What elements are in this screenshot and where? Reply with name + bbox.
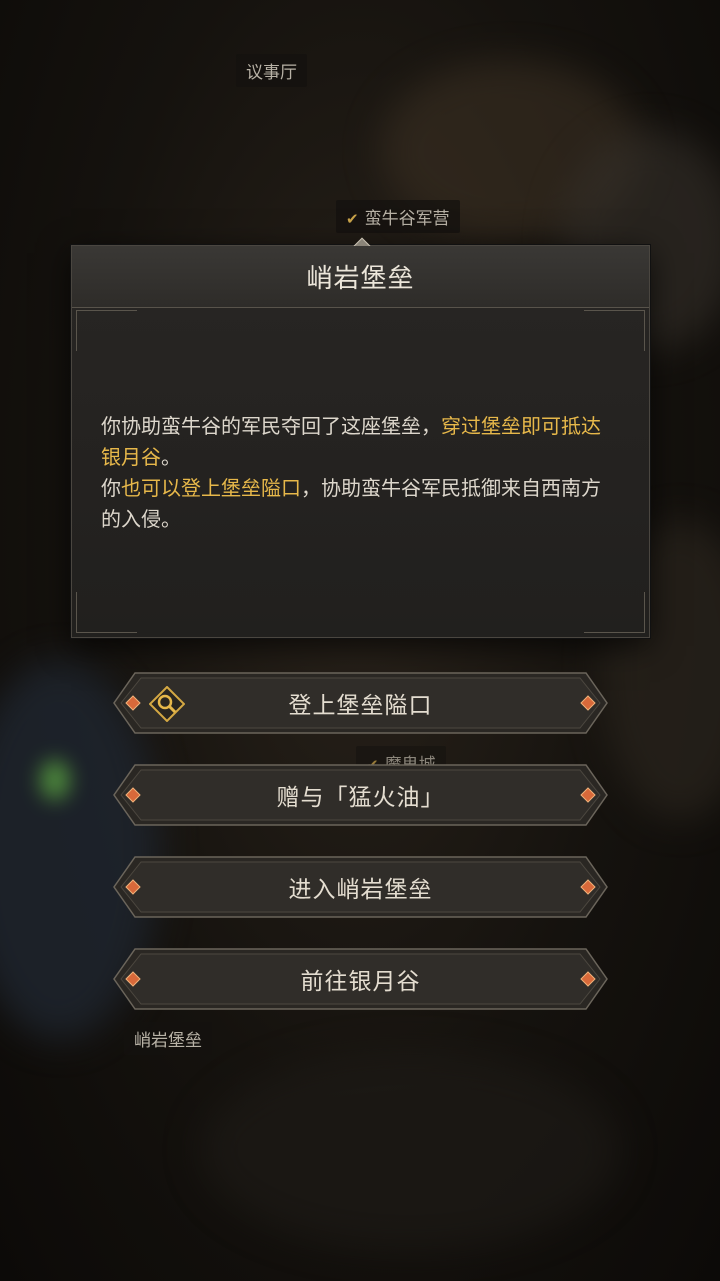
climb-pass-button[interactable]: 登上堡垒隘口 <box>113 672 608 734</box>
dialog-title: 峭岩堡垒 <box>306 264 415 294</box>
corner-ornament <box>584 310 645 351</box>
map-label-barracks[interactable]: ✔ 蛮牛谷军营 <box>336 200 460 233</box>
button-label: 赠与「猛火油」 <box>276 785 445 811</box>
enter-fortress-button[interactable]: 进入峭岩堡垒 <box>113 856 608 918</box>
map-background: 议事厅 ✔蛮牛谷军营 ✔魔鬼城 峭岩堡垒 <box>0 0 720 1281</box>
go-silvermoon-button[interactable]: 前往银月谷 <box>113 948 608 1010</box>
desc-text: 你 <box>101 476 121 500</box>
button-label: 前往银月谷 <box>300 969 421 995</box>
dialog-header: 峭岩堡垒 <box>72 246 649 308</box>
map-label-council-hall[interactable]: 议事厅 <box>236 54 307 87</box>
desc-text: 。 <box>161 445 181 469</box>
button-label: 进入峭岩堡垒 <box>288 877 433 903</box>
button-label: 登上堡垒隘口 <box>288 693 433 719</box>
location-dialog: 峭岩堡垒 你协助蛮牛谷的军民夺回了这座堡垒，穿过堡垒即可抵达银月谷。 你也可以登上… <box>71 237 650 638</box>
check-icon: ✔ <box>346 210 359 228</box>
dialog-description: 你协助蛮牛谷的军民夺回了这座堡垒，穿过堡垒即可抵达银月谷。 你也可以登上堡垒隘口，… <box>101 411 619 535</box>
corner-ornament <box>76 310 137 351</box>
corner-ornament <box>76 592 137 633</box>
desc-text: 你协助蛮牛谷的军民夺回了这座堡垒， <box>101 414 441 438</box>
corner-ornament <box>584 592 645 633</box>
desc-highlight: 也可以登上堡垒隘口 <box>121 476 301 500</box>
map-label-fortress[interactable]: 峭岩堡垒 <box>124 1022 212 1055</box>
give-fire-oil-button[interactable]: 赠与「猛火油」 <box>113 764 608 826</box>
